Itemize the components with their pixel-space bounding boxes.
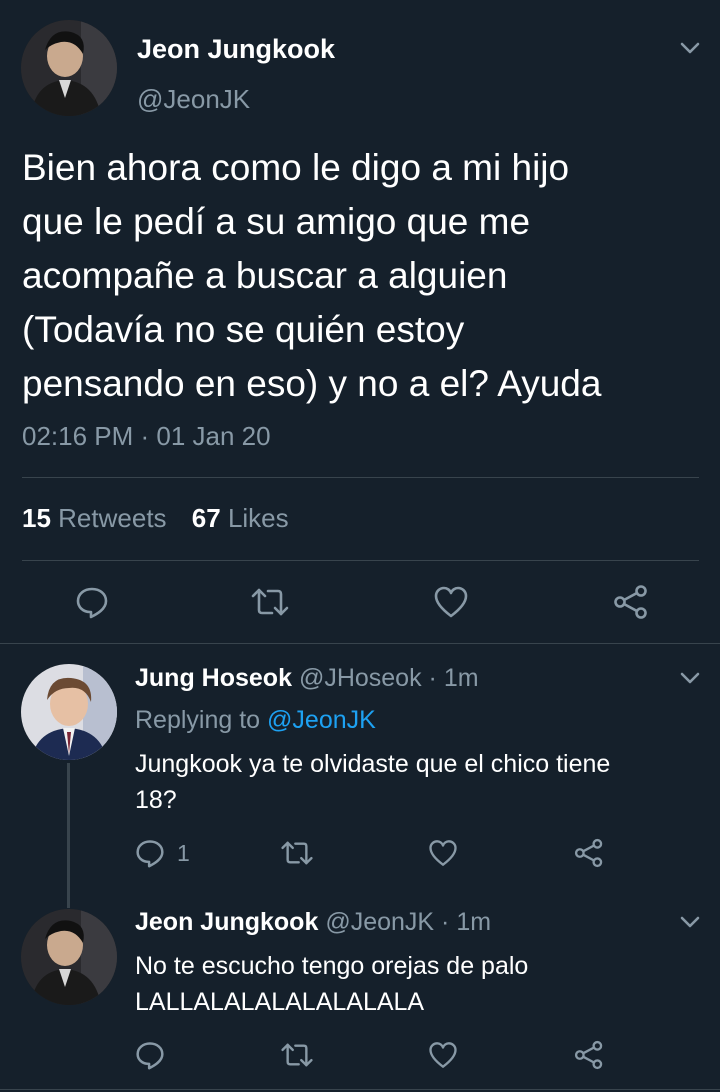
tweet-text-line: (Todavía no se quién estoy xyxy=(22,309,465,350)
like-icon xyxy=(429,840,457,866)
reply-button[interactable] xyxy=(135,1040,165,1070)
avatar[interactable] xyxy=(21,664,117,760)
thread-line xyxy=(67,763,70,908)
retweet-icon xyxy=(281,1043,313,1067)
author-handle[interactable]: @JeonJK xyxy=(325,908,434,936)
divider xyxy=(22,560,699,561)
tweet-text: Jungkook ya te olvidaste que el chico ti… xyxy=(135,746,610,818)
tweet-stats: 15 Retweets 67 Likes xyxy=(22,503,289,534)
reply-count: 1 xyxy=(177,839,190,866)
reply-button[interactable]: 1 xyxy=(135,838,190,868)
divider xyxy=(22,477,699,478)
author-name[interactable]: Jung Hoseok xyxy=(135,664,292,692)
avatar[interactable] xyxy=(21,20,117,116)
retweet-button[interactable] xyxy=(280,1040,314,1070)
author-handle[interactable]: @JHoseok xyxy=(299,664,422,692)
reply-time[interactable]: · 1m xyxy=(441,908,491,936)
likes-stat[interactable]: 67 Likes xyxy=(192,503,289,533)
share-icon xyxy=(574,838,603,868)
tweet-text-line: Bien ahora como le digo a mi hijo xyxy=(22,147,570,188)
tweet-text-line: que le pedí a su amigo que me xyxy=(22,201,531,242)
tweet-text-line: 18? xyxy=(135,786,177,814)
reply-header: Jung Hoseok @JHoseok · 1m xyxy=(135,664,479,693)
section-divider xyxy=(0,1089,720,1090)
share-button[interactable] xyxy=(574,838,604,868)
like-button[interactable] xyxy=(433,585,469,619)
retweet-icon xyxy=(281,841,313,865)
retweet-button[interactable] xyxy=(250,585,290,619)
share-icon xyxy=(574,1040,603,1070)
reply-icon xyxy=(136,1042,164,1070)
reply-button[interactable] xyxy=(75,585,109,619)
author-name[interactable]: Jeon Jungkook xyxy=(135,908,318,936)
like-button[interactable] xyxy=(428,838,458,868)
likes-label: Likes xyxy=(227,503,289,533)
retweets-label: Retweets xyxy=(58,503,167,533)
tweet-text-line: pensando en eso) y no a el? Ayuda xyxy=(22,363,602,404)
replying-handle-link[interactable]: @JeonJK xyxy=(267,706,376,734)
chevron-down-icon[interactable] xyxy=(678,912,702,932)
author-handle[interactable]: @JeonJK xyxy=(137,84,250,115)
author-name[interactable]: Jeon Jungkook xyxy=(137,34,335,65)
reply-time[interactable]: · 1m xyxy=(429,664,479,692)
tweet-text: Bien ahora como le digo a mi hijo que le… xyxy=(22,141,601,411)
avatar[interactable] xyxy=(21,909,117,1005)
retweets-count: 15 xyxy=(22,503,51,533)
reply-icon xyxy=(76,587,108,619)
like-icon xyxy=(429,1042,457,1068)
reply-header: Jeon Jungkook @JeonJK · 1m xyxy=(135,908,491,937)
retweet-button[interactable] xyxy=(280,838,314,868)
tweet-text: No te escucho tengo orejas de palo LALLA… xyxy=(135,948,528,1020)
share-button[interactable] xyxy=(613,585,649,619)
retweet-icon xyxy=(251,588,289,616)
retweets-stat[interactable]: 15 Retweets xyxy=(22,503,174,533)
share-icon xyxy=(614,585,647,619)
tweet-text-line: LALLALALALALALALALA xyxy=(135,988,425,1016)
likes-count: 67 xyxy=(191,503,221,533)
tweet-text-line: acompañe a buscar a alguien xyxy=(22,255,508,296)
section-divider xyxy=(0,643,720,644)
share-button[interactable] xyxy=(574,1040,604,1070)
like-button[interactable] xyxy=(428,1040,458,1070)
replying-label: Replying to xyxy=(135,706,261,734)
tweet-text-line: No te escucho tengo orejas de palo xyxy=(135,952,529,980)
tweet-text-line: Jungkook ya te olvidaste que el chico ti… xyxy=(135,750,611,778)
like-icon xyxy=(434,586,468,618)
chevron-down-icon[interactable] xyxy=(678,668,702,688)
replying-to: Replying to @JeonJK xyxy=(135,706,376,735)
reply-icon xyxy=(136,840,164,868)
tweet-timestamp[interactable]: 02:16 PM · 01 Jan 20 xyxy=(22,421,271,452)
chevron-down-icon[interactable] xyxy=(678,38,702,58)
